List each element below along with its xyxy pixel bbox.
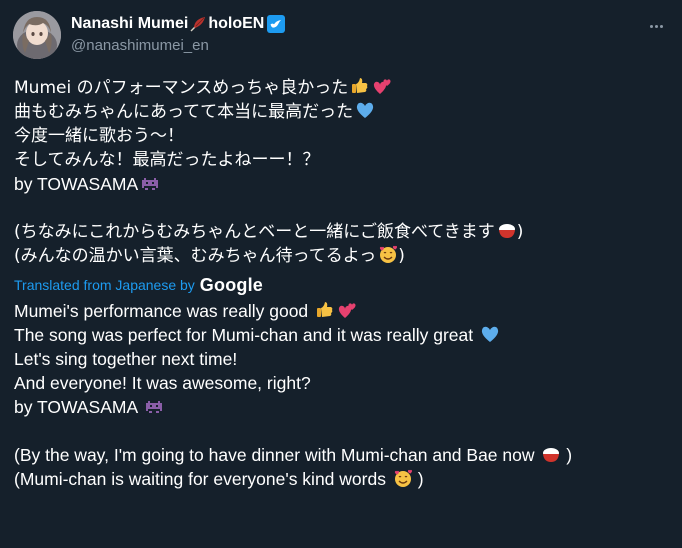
smiling-face-with-hearts-emoji-icon	[380, 245, 398, 263]
display-name-suffix[interactable]: holoEN	[208, 15, 264, 33]
translated-text: Mumei's performance was really good The …	[14, 299, 674, 491]
original-line-1: Mumei のパフォーマンスめっちゃ良かった	[14, 76, 674, 100]
translated-line-7: (Mumi-chan is waiting for everyone's kin…	[14, 467, 674, 491]
translated-line-1: Mumei's performance was really good	[14, 299, 674, 323]
tweet-card[interactable]: Nanashi Mumei holoEN @nanashimumei_en Mu…	[0, 0, 682, 548]
translated-line-5: by TOWASAMA	[14, 395, 674, 419]
blue-heart-emoji-icon	[357, 102, 374, 118]
original-line-2: 曲もむみちゃんにあってて本当に最高だった	[14, 100, 674, 124]
original-line-1-text: Mumei のパフォーマンスめっちゃ良かった	[14, 78, 349, 98]
tweet-body: Mumei のパフォーマンスめっちゃ良かった 曲もむみちゃんにあってて本当に最高…	[14, 76, 674, 491]
original-line-6-end: )	[516, 222, 524, 242]
translated-line-1-text: Mumei's performance was really good	[14, 301, 309, 321]
translated-line-3-text: Let's sing together next time!	[14, 349, 238, 369]
translated-from-label[interactable]: Translated from Japanese by	[14, 277, 195, 293]
translated-line-4-text: And everyone! It was awesome, right?	[14, 373, 311, 393]
translated-line-6: (By the way, I'm going to have dinner wi…	[14, 443, 674, 467]
translation-attribution: Translated from Japanese by Google	[14, 271, 674, 299]
original-line-4: そしてみんな！最高だったよねーー！？	[14, 148, 674, 172]
verified-badge-icon	[267, 15, 286, 33]
original-line-3: 今度一緒に歌おう～！	[14, 124, 674, 148]
translated-line-6-text: (By the way, I'm going to have dinner wi…	[14, 445, 535, 465]
translated-line-7-end: )	[417, 469, 424, 489]
two-hearts-emoji-icon	[338, 303, 356, 318]
translated-line-5-text: by TOWASAMA	[14, 397, 138, 417]
original-line-6: (ちなみにこれからむみちゃんとベーと一緒にご飯食べてきます)	[14, 220, 674, 244]
original-line-6-text: (ちなみにこれからむみちゃんとベーと一緒にご飯食べてきます	[14, 222, 495, 242]
blue-heart-emoji-icon	[481, 326, 499, 342]
alien-monster-emoji-icon	[146, 401, 163, 413]
original-line-3-text: 今度一緒に歌おう～！	[14, 126, 184, 146]
smiling-face-with-hearts-emoji-icon	[394, 469, 412, 487]
translated-line-2: The song was perfect for Mumi-chan and i…	[14, 323, 674, 347]
original-line-4-text: そしてみんな！最高だったよねーー！？	[14, 150, 320, 170]
rice-emoji-icon	[543, 448, 560, 462]
original-line-5: by TOWASAMA	[14, 172, 674, 196]
original-line-2-text: 曲もむみちゃんにあってて本当に最高だった	[14, 102, 354, 122]
translated-line-2-text: The song was perfect for Mumi-chan and i…	[14, 325, 474, 345]
translated-line-3: Let's sing together next time!	[14, 347, 674, 371]
name-row: Nanashi Mumei holoEN	[71, 13, 286, 35]
rice-emoji-icon	[498, 224, 515, 238]
original-line-7-text: (みんなの温かい言葉、むみちゃん待ってるよっ	[14, 246, 377, 266]
display-name[interactable]: Nanashi Mumei	[71, 15, 188, 33]
avatar[interactable]	[13, 11, 61, 59]
more-options-icon[interactable]	[644, 14, 668, 38]
translated-line-4: And everyone! It was awesome, right?	[14, 371, 674, 395]
thumbs-up-emoji-icon	[352, 78, 368, 93]
translated-line-7-text: (Mumi-chan is waiting for everyone's kin…	[14, 469, 386, 489]
original-line-5-text: by TOWASAMA	[14, 174, 139, 194]
user-handle[interactable]: @nanashimumei_en	[71, 37, 285, 54]
google-logo: Google	[199, 274, 263, 295]
original-line-7: (みんなの温かい言葉、むみちゃん待ってるよっ)	[14, 244, 674, 268]
thumbs-up-emoji-icon	[317, 302, 333, 317]
translated-line-6-end: )	[566, 445, 573, 465]
two-hearts-emoji-icon	[374, 79, 391, 94]
original-line-7-end: )	[398, 246, 405, 266]
feather-quill-icon	[189, 15, 207, 33]
alien-monster-emoji-icon	[142, 178, 159, 190]
tweet-header: Nanashi Mumei holoEN @nanashimumei_en	[71, 13, 286, 54]
